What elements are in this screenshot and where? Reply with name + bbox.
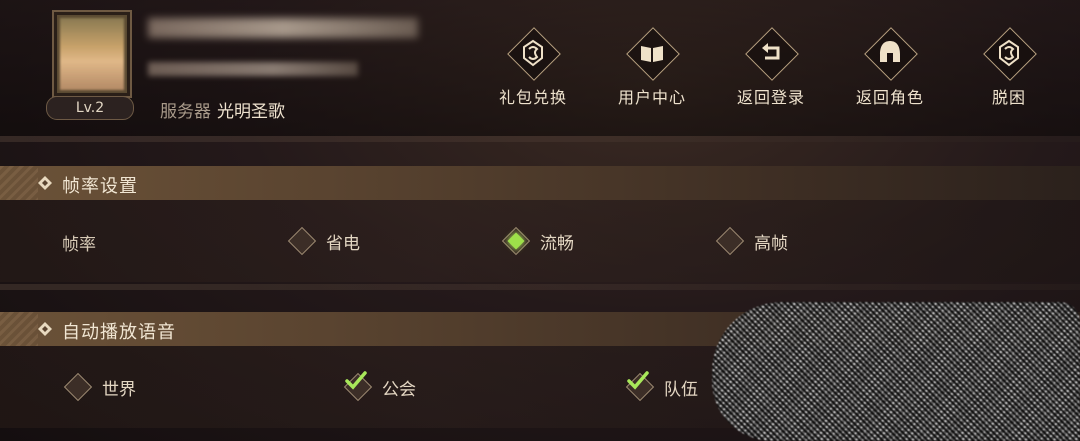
- radio-diamond: [715, 226, 745, 256]
- voice-option-world[interactable]: 世界: [63, 372, 136, 402]
- redacted-noise-overlay: [712, 302, 1080, 441]
- server-label: 服务器: [160, 102, 211, 122]
- framerate-row: 帧率 省电 流畅 高帧: [0, 200, 1080, 282]
- gift-redeem-label: 礼包兑换: [498, 88, 567, 107]
- option-label: 省电: [326, 233, 360, 254]
- checkbox-diamond: [63, 372, 93, 402]
- radio-diamond: [287, 226, 317, 256]
- player-id-redacted: [148, 62, 358, 76]
- framerate-option-smooth[interactable]: 流畅: [501, 226, 574, 256]
- level-badge: Lv.2: [46, 96, 134, 120]
- voice-option-team[interactable]: 队伍: [625, 371, 698, 402]
- gift-crest-icon: [506, 26, 561, 81]
- ornament: [0, 312, 38, 346]
- option-label: 队伍: [664, 379, 698, 400]
- framerate-option-high[interactable]: 高帧: [715, 226, 788, 256]
- return-character-label: 返回角色: [855, 88, 924, 107]
- diamond-marker-icon: [38, 176, 52, 190]
- player-name-redacted: [148, 18, 418, 38]
- user-center-label: 用户中心: [617, 88, 686, 107]
- return-arrow-icon: [744, 26, 799, 81]
- gift-redeem-button[interactable]: 礼包兑换: [483, 26, 583, 107]
- return-login-button[interactable]: 返回登录: [721, 26, 821, 107]
- option-label: 高帧: [754, 233, 788, 254]
- framerate-title: 帧率设置: [62, 176, 138, 197]
- server-info: 服务器 光明圣歌: [160, 97, 285, 122]
- voice-option-guild[interactable]: 公会: [343, 371, 416, 402]
- checkmark-icon: [345, 371, 367, 390]
- framerate-label: 帧率: [62, 235, 96, 255]
- avatar-image: [60, 18, 124, 90]
- option-label: 世界: [102, 379, 136, 400]
- voice-title: 自动播放语音: [62, 322, 176, 343]
- ornament: [0, 166, 38, 200]
- option-label: 流畅: [540, 233, 574, 254]
- avatar-frame: [52, 10, 132, 98]
- helmet-icon: [863, 26, 918, 81]
- divider: [0, 284, 1080, 290]
- return-login-label: 返回登录: [736, 88, 805, 107]
- framerate-option-power-save[interactable]: 省电: [287, 226, 360, 256]
- user-center-button[interactable]: 用户中心: [602, 26, 702, 107]
- escape-stuck-button[interactable]: 脱困: [959, 26, 1059, 107]
- checkmark-icon: [627, 371, 649, 390]
- framerate-section-header: 帧率设置: [0, 166, 1080, 200]
- escape-crest-icon: [982, 26, 1037, 81]
- divider: [0, 136, 1080, 142]
- book-icon: [625, 26, 680, 81]
- radio-diamond-selected: [501, 226, 531, 256]
- option-label: 公会: [382, 379, 416, 400]
- escape-stuck-label: 脱困: [991, 88, 1026, 107]
- return-character-button[interactable]: 返回角色: [840, 26, 940, 107]
- player-avatar[interactable]: Lv.2: [46, 10, 134, 120]
- server-name: 光明圣歌: [217, 102, 285, 122]
- diamond-marker-icon: [38, 322, 52, 336]
